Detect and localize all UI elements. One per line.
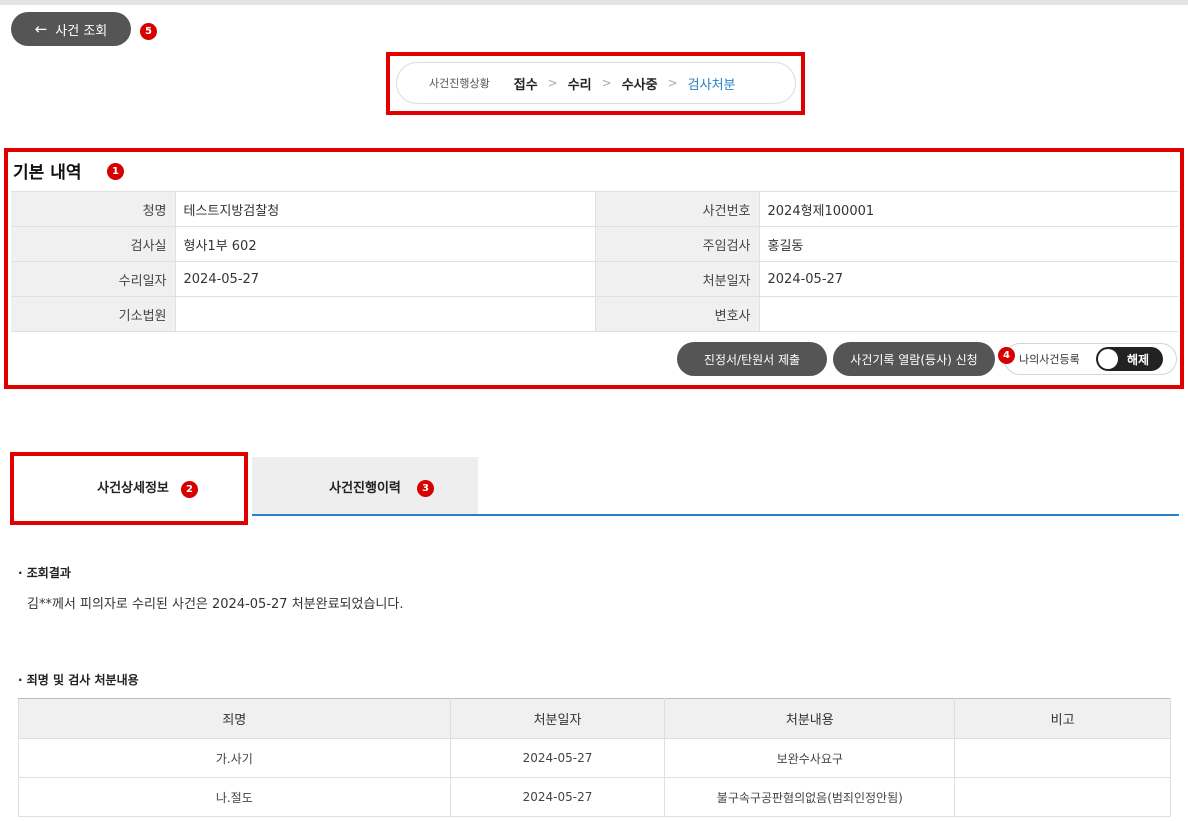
info-label: 기소법원 bbox=[11, 296, 176, 332]
tab-highlight-box bbox=[10, 452, 248, 525]
info-label: 검사실 bbox=[11, 226, 176, 262]
progress-separator: > bbox=[667, 76, 678, 90]
basic-info-table: 청명 테스트지방검찰청 사건번호 2024형제100001 검사실 형사1부 6… bbox=[11, 191, 1178, 332]
column-header: 처분내용 bbox=[664, 698, 956, 739]
info-value: 2024-05-27 bbox=[759, 261, 1178, 297]
back-button-label: 사건 조회 bbox=[55, 23, 108, 39]
info-value: 2024-05-27 bbox=[175, 261, 596, 297]
progress-step-accepted: 수리 bbox=[567, 77, 592, 93]
info-value bbox=[175, 296, 596, 332]
info-value: 홍길동 bbox=[759, 226, 1178, 262]
disposition-content-cell: 불구속구공판혐의없음(범죄인정안됨) bbox=[664, 777, 956, 817]
info-row: 수리일자 2024-05-27 처분일자 2024-05-27 bbox=[11, 261, 1178, 297]
info-value: 2024형제100001 bbox=[759, 191, 1178, 227]
table-row: 가.사기 2024-05-27 보완수사요구 bbox=[18, 738, 1171, 778]
info-row: 검사실 형사1부 602 주임검사 홍길동 bbox=[11, 226, 1178, 262]
marker-5: 5 bbox=[140, 23, 157, 40]
disposition-content-cell: 보완수사요구 bbox=[664, 738, 956, 778]
disposition-date-cell: 2024-05-27 bbox=[449, 738, 666, 778]
charges-table: 죄명 처분일자 처분내용 비고 가.사기 2024-05-27 보완수사요구 나… bbox=[18, 698, 1171, 817]
tab-underline bbox=[252, 514, 1179, 516]
result-message: 김**께서 피의자로 수리된 사건은 2024-05-27 처분완료되었습니다. bbox=[27, 597, 404, 612]
charge-name-cell: 나.절도 bbox=[18, 777, 451, 817]
result-section-title: · 조회결과 bbox=[18, 566, 71, 580]
info-row: 기소법원 변호사 bbox=[11, 296, 1178, 332]
table-header-row: 죄명 처분일자 처분내용 비고 bbox=[18, 698, 1171, 739]
progress-label: 사건진행상황 bbox=[429, 77, 490, 90]
info-row: 청명 테스트지방검찰청 사건번호 2024형제100001 bbox=[11, 191, 1178, 227]
info-label: 주임검사 bbox=[595, 226, 760, 262]
charges-section-title: · 죄명 및 검사 처분내용 bbox=[18, 673, 139, 687]
top-divider bbox=[0, 0, 1188, 5]
petition-submit-button[interactable]: 진정서/탄원서 제출 bbox=[677, 342, 827, 376]
marker-1: 1 bbox=[107, 163, 124, 180]
progress-separator: > bbox=[601, 76, 612, 90]
arrow-left-icon: ← bbox=[34, 20, 48, 38]
remarks-cell bbox=[954, 777, 1171, 817]
info-label: 처분일자 bbox=[595, 261, 760, 297]
toggle-knob bbox=[1098, 349, 1118, 369]
progress-step-investigating: 수사중 bbox=[621, 77, 658, 93]
back-to-case-search-button[interactable]: ← 사건 조회 bbox=[11, 12, 131, 46]
column-header: 비고 bbox=[954, 698, 1171, 739]
bullet-icon: · bbox=[18, 566, 27, 580]
disposition-date-cell: 2024-05-27 bbox=[449, 777, 666, 817]
basic-info-title: 기본 내역 bbox=[13, 163, 82, 183]
table-row: 나.절도 2024-05-27 불구속구공판혐의없음(범죄인정안됨) bbox=[18, 777, 1171, 817]
column-header: 처분일자 bbox=[449, 698, 666, 739]
marker-3: 3 bbox=[417, 480, 434, 497]
my-case-label: 나의사건등록 bbox=[1019, 353, 1080, 366]
remarks-cell bbox=[954, 738, 1171, 778]
progress-step-disposition: 검사처분 bbox=[687, 77, 736, 93]
info-value bbox=[759, 296, 1178, 332]
bullet-icon: · bbox=[18, 673, 27, 687]
tab-case-history[interactable]: 사건진행이력 bbox=[252, 457, 478, 515]
charge-name-cell: 가.사기 bbox=[18, 738, 451, 778]
info-value: 형사1부 602 bbox=[175, 226, 596, 262]
record-view-request-button[interactable]: 사건기록 열람(등사) 신청 bbox=[833, 342, 995, 376]
toggle-label: 해제 bbox=[1127, 352, 1150, 367]
progress-step-received: 접수 bbox=[513, 77, 538, 93]
marker-4: 4 bbox=[998, 347, 1015, 364]
tab-label: 사건진행이력 bbox=[329, 480, 401, 496]
my-case-toggle[interactable]: 해제 bbox=[1096, 347, 1163, 371]
info-label: 사건번호 bbox=[595, 191, 760, 227]
info-label: 수리일자 bbox=[11, 261, 176, 297]
progress-separator: > bbox=[547, 76, 558, 90]
info-label: 청명 bbox=[11, 191, 176, 227]
info-label: 변호사 bbox=[595, 296, 760, 332]
info-value: 테스트지방검찰청 bbox=[175, 191, 596, 227]
column-header: 죄명 bbox=[18, 698, 451, 739]
case-progress-bar: 사건진행상황 접수 > 수리 > 수사중 > 검사처분 bbox=[396, 62, 796, 104]
